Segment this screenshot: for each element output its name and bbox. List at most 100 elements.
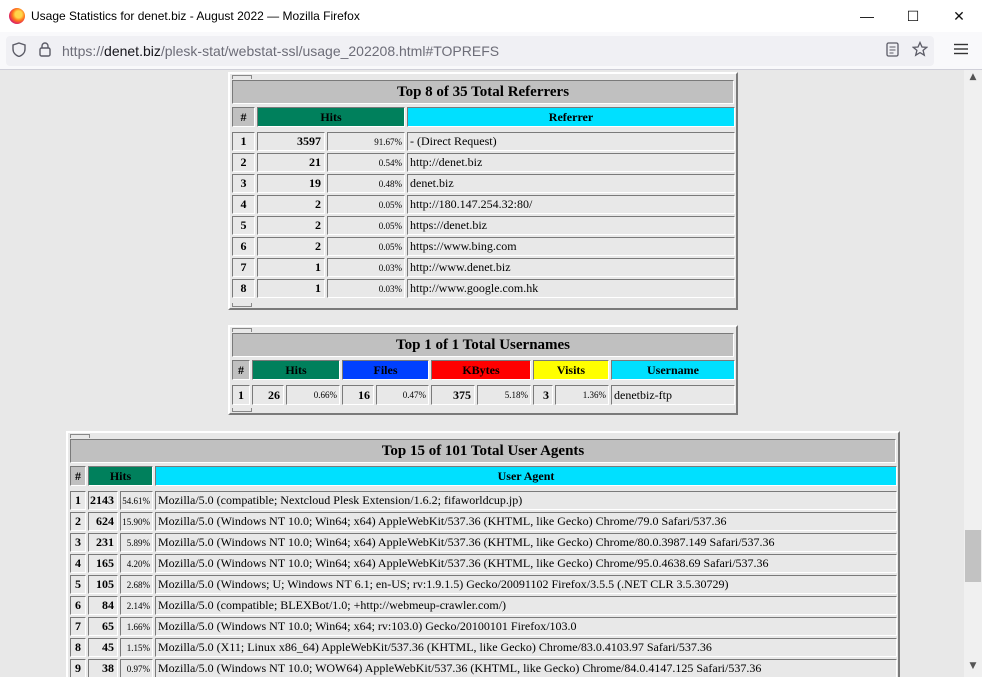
referrer-row-num: 8 bbox=[232, 279, 255, 298]
agent-row-hits: 231 bbox=[88, 533, 118, 552]
username-row-hits-pct: 0.66% bbox=[286, 385, 340, 405]
agent-row-num: 1 bbox=[70, 491, 86, 510]
url-prefix: https:// bbox=[62, 43, 105, 59]
referrer-row-num: 3 bbox=[232, 174, 255, 193]
agent-row-pct: 5.89% bbox=[120, 533, 153, 552]
agent-row-pct: 54.61% bbox=[120, 491, 153, 510]
url-text[interactable]: https://denet.biz/plesk-stat/webstat-ssl… bbox=[62, 43, 878, 59]
referrer-row-pct: 0.05% bbox=[327, 237, 405, 256]
referrer-row-num: 4 bbox=[232, 195, 255, 214]
scrollbar-thumb[interactable] bbox=[965, 530, 981, 582]
agent-row-user-agent: Mozilla/5.0 (compatible; Nextcloud Plesk… bbox=[155, 491, 897, 510]
agent-row-num: 7 bbox=[70, 617, 86, 636]
referrer-row-hits: 2 bbox=[257, 195, 325, 214]
agent-row-user-agent: Mozilla/5.0 (Windows NT 10.0; Win64; x64… bbox=[155, 512, 897, 531]
agent-row-num: 2 bbox=[70, 512, 86, 531]
referrers-title: Top 8 of 35 Total Referrers bbox=[232, 80, 734, 104]
page-viewport: Top 8 of 35 Total Referrers # Hits Refer… bbox=[0, 70, 964, 677]
agents-header-hits: Hits bbox=[88, 466, 153, 486]
agent-row-user-agent: Mozilla/5.0 (Windows NT 10.0; Win64; x64… bbox=[155, 533, 897, 552]
referrer-row-hits: 21 bbox=[257, 153, 325, 172]
username-row-kbytes-pct: 5.18% bbox=[477, 385, 531, 405]
agent-row-pct: 4.20% bbox=[120, 554, 153, 573]
hamburger-menu-icon[interactable] bbox=[954, 42, 968, 60]
bookmark-star-icon[interactable] bbox=[906, 40, 934, 61]
lock-icon[interactable] bbox=[32, 42, 58, 60]
usernames-header-kbytes: KBytes bbox=[431, 360, 531, 380]
table-tab-marker-bottom bbox=[232, 408, 252, 412]
referrers-table: Top 8 of 35 Total Referrers # Hits Refer… bbox=[228, 72, 738, 310]
username-row-visits-pct: 1.36% bbox=[555, 385, 609, 405]
agent-row-hits: 2143 bbox=[88, 491, 118, 510]
referrer-row-url: http://www.denet.biz bbox=[407, 258, 735, 277]
referrer-row-num: 5 bbox=[232, 216, 255, 235]
agent-row-pct: 1.15% bbox=[120, 638, 153, 657]
referrer-row-url: http://www.google.com.hk bbox=[407, 279, 735, 298]
username-row-visits: 3 bbox=[533, 385, 553, 405]
table-tab-marker bbox=[232, 75, 252, 79]
shield-icon[interactable] bbox=[6, 42, 32, 60]
reader-view-icon[interactable] bbox=[878, 41, 906, 61]
referrer-row-url: denet.biz bbox=[407, 174, 735, 193]
usernames-table: Top 1 of 1 Total Usernames # Hits Files … bbox=[228, 325, 738, 415]
minimize-button[interactable]: — bbox=[844, 0, 890, 32]
agent-row-user-agent: Mozilla/5.0 (Windows NT 10.0; Win64; x64… bbox=[155, 554, 897, 573]
referrer-row-pct: 0.05% bbox=[327, 216, 405, 235]
agent-row-hits: 84 bbox=[88, 596, 118, 615]
referrer-row-hits: 3597 bbox=[257, 132, 325, 151]
agents-header-user-agent: User Agent bbox=[155, 466, 897, 486]
url-bar[interactable]: https://denet.biz/plesk-stat/webstat-ssl… bbox=[6, 36, 934, 66]
referrer-row-hits: 1 bbox=[257, 258, 325, 277]
agent-row-hits: 165 bbox=[88, 554, 118, 573]
referrer-row-num: 7 bbox=[232, 258, 255, 277]
agent-row-hits: 45 bbox=[88, 638, 118, 657]
user-agents-table: Top 15 of 101 Total User Agents # Hits U… bbox=[66, 431, 900, 677]
agent-row-user-agent: Mozilla/5.0 (Windows; U; Windows NT 6.1;… bbox=[155, 575, 897, 594]
referrer-row-num: 6 bbox=[232, 237, 255, 256]
referrer-row-url: https://denet.biz bbox=[407, 216, 735, 235]
referrers-header-referrer: Referrer bbox=[407, 107, 735, 127]
close-button[interactable]: ✕ bbox=[936, 0, 982, 32]
referrer-row-url: - (Direct Request) bbox=[407, 132, 735, 151]
referrer-row-hits: 1 bbox=[257, 279, 325, 298]
firefox-logo-icon bbox=[9, 8, 25, 24]
agent-row-num: 8 bbox=[70, 638, 86, 657]
agent-row-user-agent: Mozilla/5.0 (Windows NT 10.0; Win64; x64… bbox=[155, 617, 897, 636]
agent-row-pct: 2.68% bbox=[120, 575, 153, 594]
window-title: Usage Statistics for denet.biz - August … bbox=[31, 9, 360, 23]
url-host: denet.biz bbox=[104, 43, 161, 59]
referrer-row-hits: 19 bbox=[257, 174, 325, 193]
referrer-row-pct: 0.05% bbox=[327, 195, 405, 214]
agent-row-num: 6 bbox=[70, 596, 86, 615]
referrer-row-url: http://denet.biz bbox=[407, 153, 735, 172]
scroll-down-arrow-icon[interactable]: ▼ bbox=[964, 661, 982, 675]
usernames-header-username: Username bbox=[611, 360, 735, 380]
referrer-row-url: http://180.147.254.32:80/ bbox=[407, 195, 735, 214]
url-path: /plesk-stat/webstat-ssl/usage_202208.htm… bbox=[160, 43, 500, 59]
username-row-files: 16 bbox=[342, 385, 374, 405]
username-row-name: denetbiz-ftp bbox=[611, 385, 735, 405]
vertical-scrollbar[interactable]: ▲ ▼ bbox=[964, 70, 982, 677]
window-titlebar: Usage Statistics for denet.biz - August … bbox=[0, 0, 982, 32]
usernames-header-num: # bbox=[232, 360, 250, 380]
agents-header-num: # bbox=[70, 466, 86, 486]
usernames-header-hits: Hits bbox=[252, 360, 340, 380]
usernames-header-files: Files bbox=[342, 360, 429, 380]
agent-row-user-agent: Mozilla/5.0 (X11; Linux x86_64) AppleWeb… bbox=[155, 638, 897, 657]
referrers-header-hits: Hits bbox=[257, 107, 405, 127]
agent-row-hits: 105 bbox=[88, 575, 118, 594]
table-tab-marker-bottom bbox=[232, 303, 252, 307]
agent-row-pct: 2.14% bbox=[120, 596, 153, 615]
maximize-button[interactable]: ☐ bbox=[890, 0, 936, 32]
username-row-num: 1 bbox=[232, 385, 250, 405]
username-row-kbytes: 375 bbox=[431, 385, 475, 405]
agent-row-pct: 1.66% bbox=[120, 617, 153, 636]
navigation-bar: https://denet.biz/plesk-stat/webstat-ssl… bbox=[0, 32, 982, 70]
user-agents-title: Top 15 of 101 Total User Agents bbox=[70, 439, 896, 463]
referrer-row-pct: 91.67% bbox=[327, 132, 405, 151]
table-tab-marker bbox=[70, 434, 90, 438]
scroll-up-arrow-icon[interactable]: ▲ bbox=[964, 72, 982, 86]
agent-row-hits: 624 bbox=[88, 512, 118, 531]
referrer-row-pct: 0.48% bbox=[327, 174, 405, 193]
referrer-row-num: 2 bbox=[232, 153, 255, 172]
